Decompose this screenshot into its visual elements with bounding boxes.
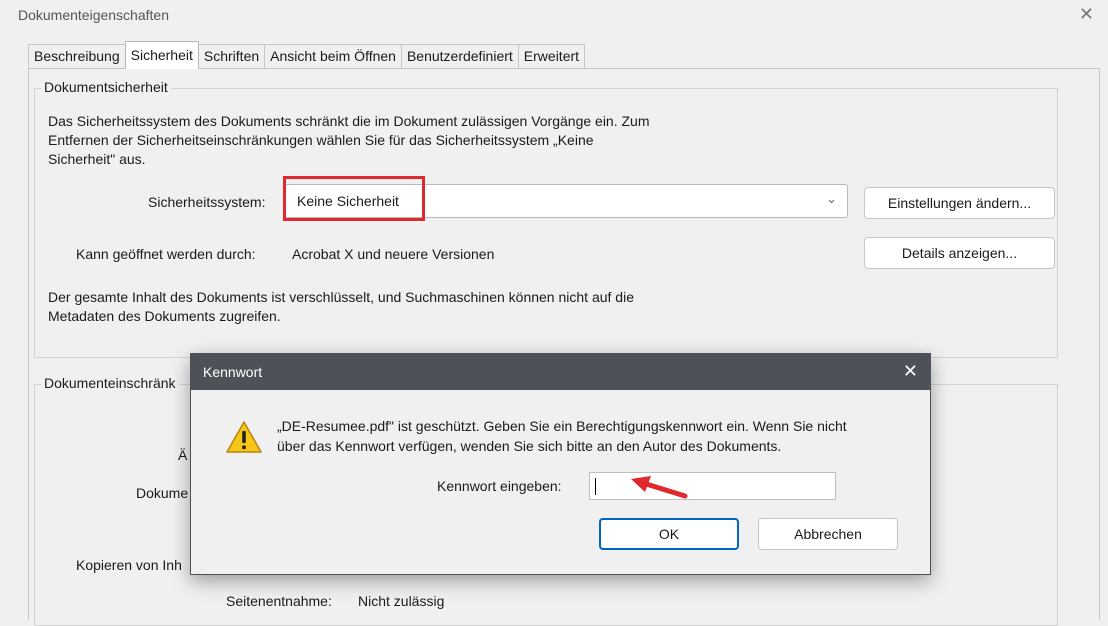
tab-schriften[interactable]: Schriften: [197, 44, 266, 68]
dialog-message-line: „DE-Resumee.pdf" ist geschützt. Geben Si…: [277, 418, 847, 434]
opened-by-label: Kann geöffnet werden durch:: [76, 246, 256, 262]
red-arrow-icon: [631, 476, 688, 499]
text-caret: [595, 478, 596, 495]
security-description-line: Das Sicherheitssystem des Dokuments schr…: [48, 113, 650, 129]
password-dialog: Kennwort ✕ „DE-Resumee.pdf" ist geschütz…: [190, 353, 931, 575]
warning-icon: [226, 421, 262, 453]
dialog-close-icon[interactable]: ✕: [903, 361, 918, 382]
encryption-note-line: Der gesamte Inhalt des Dokuments ist ver…: [48, 289, 634, 305]
password-label: Kennwort eingeben:: [437, 478, 562, 494]
change-settings-button[interactable]: Einstellungen ändern...: [864, 187, 1055, 219]
security-description-line: Sicherheit" aus.: [48, 151, 146, 167]
encryption-note: Der gesamte Inhalt des Dokuments ist ver…: [48, 288, 634, 326]
opened-by-value: Acrobat X und neuere Versionen: [292, 246, 495, 262]
page-extraction-value: Nicht zulässig: [358, 593, 445, 609]
restriction-row-partial: Ä: [178, 447, 188, 463]
window-close-icon[interactable]: ✕: [1079, 4, 1094, 25]
details-button[interactable]: Details anzeigen...: [864, 237, 1055, 269]
ok-button[interactable]: OK: [599, 518, 739, 550]
tab-beschreibung[interactable]: Beschreibung: [28, 44, 126, 68]
restriction-row-partial: Dokume: [136, 485, 189, 501]
page-extraction-label: Seitenentnahme:: [226, 593, 332, 609]
window-title: Dokumenteigenschaften: [18, 7, 169, 23]
restriction-row-partial: Kopieren von Inh: [76, 557, 182, 573]
encryption-note-line: Metadaten des Dokuments zugreifen.: [48, 308, 281, 324]
tab-benutzerdefiniert[interactable]: Benutzerdefiniert: [400, 44, 519, 68]
chevron-down-icon: ⌄: [826, 191, 837, 206]
security-description: Das Sicherheitssystem des Dokuments schr…: [48, 112, 650, 169]
dialog-message-line: über das Kennwort verfügen, wenden Sie s…: [277, 438, 782, 454]
document-security-group-title: Dokumentsicherheit: [41, 79, 171, 95]
tab-ansicht-beim-oeffnen[interactable]: Ansicht beim Öffnen: [264, 44, 402, 68]
security-system-value: Keine Sicherheit: [297, 193, 399, 209]
tab-bar: Beschreibung Sicherheit Schriften Ansich…: [28, 41, 586, 69]
dialog-message: „DE-Resumee.pdf" ist geschützt. Geben Si…: [277, 416, 917, 456]
security-system-label: Sicherheitssystem:: [148, 194, 266, 210]
security-description-line: Entfernen der Sicherheitseinschränkungen…: [48, 132, 594, 148]
security-system-select[interactable]: Keine Sicherheit ⌄: [284, 184, 848, 218]
tab-erweitert[interactable]: Erweitert: [517, 44, 586, 68]
dialog-titlebar: Kennwort ✕: [191, 354, 930, 390]
document-restrictions-group-title: Dokumenteinschränk: [41, 375, 179, 391]
tab-sicherheit[interactable]: Sicherheit: [124, 41, 199, 69]
password-input[interactable]: [589, 472, 836, 500]
cancel-button[interactable]: Abbrechen: [758, 518, 898, 550]
dialog-title: Kennwort: [203, 364, 263, 380]
